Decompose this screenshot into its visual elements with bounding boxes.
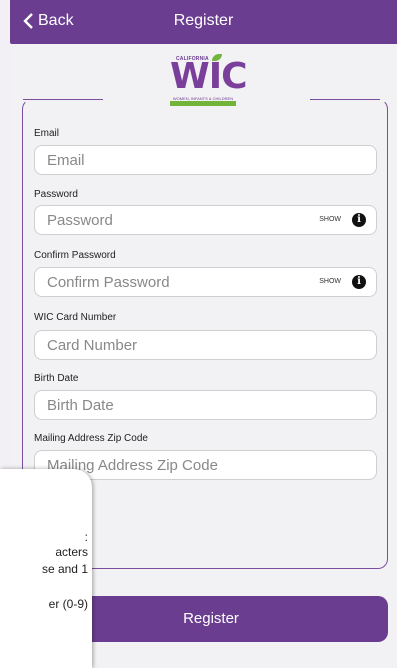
show-password-toggle[interactable]: SHOW — [319, 216, 341, 223]
email-field[interactable] — [34, 145, 377, 175]
logo-word: WIC — [170, 56, 248, 97]
tooltip-line: se and 1 — [41, 562, 88, 576]
tooltip-line: acters — [55, 545, 88, 559]
page-title: Register — [173, 12, 234, 29]
confirm-password-input[interactable] — [47, 272, 287, 292]
show-confirm-password-toggle[interactable]: SHOW — [319, 278, 341, 285]
confirm-password-field[interactable]: SHOW i — [34, 267, 377, 297]
card-number-input[interactable] — [47, 335, 287, 355]
tooltip-line: er (0-9) — [48, 597, 88, 611]
confirm-password-label: Confirm Password — [34, 250, 116, 261]
zip-label: Mailing Address Zip Code — [34, 433, 148, 444]
card-top-line-right — [310, 99, 380, 100]
card-number-field[interactable] — [34, 330, 377, 360]
info-icon[interactable]: i — [352, 213, 366, 227]
password-input[interactable] — [47, 210, 287, 230]
nav-bar: Back Register — [10, 0, 397, 44]
card-top-line-left — [23, 99, 103, 100]
email-input[interactable] — [47, 150, 287, 170]
password-label: Password — [34, 189, 78, 200]
birth-date-input[interactable] — [47, 395, 287, 415]
tooltip-line: : — [84, 530, 88, 544]
info-icon[interactable]: i — [352, 275, 366, 289]
password-requirements-tooltip: : acters se and 1 er (0-9) — [0, 469, 92, 668]
birth-date-field[interactable] — [34, 390, 377, 420]
email-label: Email — [34, 128, 60, 139]
password-field[interactable]: SHOW i — [34, 205, 377, 235]
birth-date-label: Birth Date — [34, 373, 79, 384]
card-number-label: WIC Card Number — [34, 312, 117, 323]
